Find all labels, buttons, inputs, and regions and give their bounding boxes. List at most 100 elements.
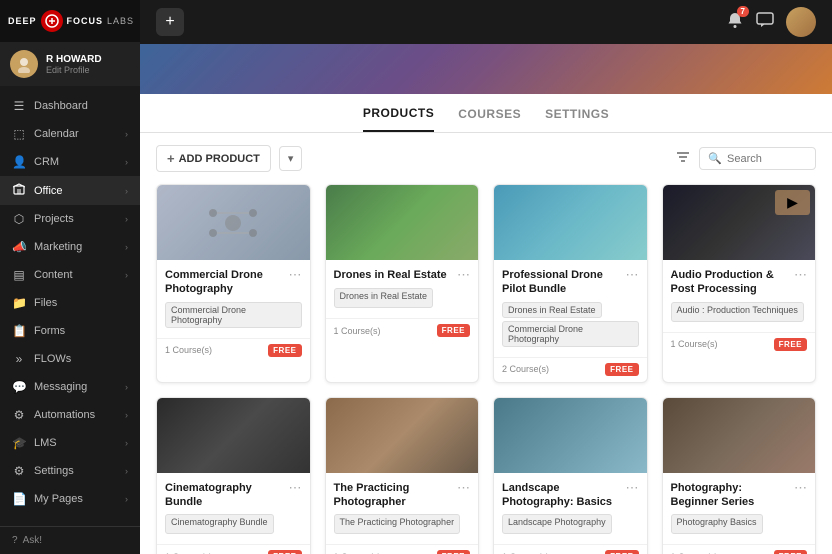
projects-icon: ⬡ bbox=[12, 212, 26, 226]
product-title: Drones in Real Estate bbox=[334, 268, 454, 282]
sidebar-item-projects[interactable]: ⬡ Projects › bbox=[0, 205, 140, 233]
sidebar-item-marketing[interactable]: 📣 Marketing › bbox=[0, 233, 140, 261]
sidebar-item-label: FLOWs bbox=[34, 353, 71, 365]
chevron-right-icon: › bbox=[125, 186, 128, 196]
sidebar-item-label: Forms bbox=[34, 325, 65, 337]
courses-count: 1 Course(s) bbox=[165, 345, 212, 355]
product-menu-button[interactable]: ⋯ bbox=[794, 267, 807, 283]
user-info: R HOWARD Edit Profile bbox=[46, 54, 102, 75]
product-menu-button[interactable]: ⋯ bbox=[289, 267, 302, 283]
product-tag: Commercial Drone Photography bbox=[165, 302, 302, 328]
product-body: Photography: Beginner Series ⋯ Photograp… bbox=[663, 473, 816, 541]
product-footer: 1 Course(s) FREE bbox=[326, 318, 479, 343]
product-tags: The Practicing Photographer bbox=[334, 514, 471, 534]
sidebar-header: DEEP FOCUS LABS « bbox=[0, 0, 140, 42]
product-title: Photography: Beginner Series bbox=[671, 481, 791, 510]
tab-settings[interactable]: SETTINGS bbox=[545, 107, 609, 131]
flows-icon: » bbox=[12, 352, 26, 366]
search-box: 🔍 bbox=[699, 147, 816, 170]
chevron-right-icon: › bbox=[125, 466, 128, 476]
user-name: R HOWARD bbox=[46, 54, 102, 65]
edit-profile-link[interactable]: Edit Profile bbox=[46, 65, 102, 75]
search-icon: 🔍 bbox=[708, 152, 722, 165]
tab-courses[interactable]: COURSES bbox=[458, 107, 521, 131]
product-tag: Drones in Real Estate bbox=[334, 288, 434, 308]
sidebar: DEEP FOCUS LABS « R HOWARD Edit Profile bbox=[0, 0, 140, 554]
sidebar-item-dashboard[interactable]: ☰ Dashboard bbox=[0, 92, 140, 120]
logo-labs: LABS bbox=[107, 16, 134, 26]
my-pages-icon: 📄 bbox=[12, 492, 26, 506]
product-menu-button[interactable]: ⋯ bbox=[626, 480, 639, 496]
free-badge: FREE bbox=[605, 363, 638, 376]
product-title-row: Professional Drone Pilot Bundle ⋯ bbox=[502, 268, 639, 297]
sidebar-item-crm[interactable]: 👤 CRM › bbox=[0, 148, 140, 176]
product-footer: 1 Course(s) FREE bbox=[157, 544, 310, 554]
product-title: Landscape Photography: Basics bbox=[502, 481, 622, 510]
add-product-button[interactable]: + ADD PRODUCT bbox=[156, 145, 271, 172]
sidebar-nav: ☰ Dashboard ⬚ Calendar › 👤 CRM › Office … bbox=[0, 86, 140, 526]
chevron-right-icon: › bbox=[125, 129, 128, 139]
product-title-row: Commercial Drone Photography ⋯ bbox=[165, 268, 302, 297]
add-product-dropdown[interactable]: ▾ bbox=[279, 146, 303, 171]
sidebar-item-flows[interactable]: » FLOWs bbox=[0, 345, 140, 373]
sidebar-item-calendar[interactable]: ⬚ Calendar › bbox=[0, 120, 140, 148]
add-button[interactable]: + bbox=[156, 8, 184, 36]
product-menu-button[interactable]: ⋯ bbox=[794, 480, 807, 496]
product-thumbnail bbox=[157, 398, 310, 473]
user-avatar-topbar[interactable] bbox=[786, 7, 816, 37]
notification-badge: 7 bbox=[737, 6, 749, 17]
sort-button[interactable] bbox=[675, 149, 691, 168]
sidebar-item-office[interactable]: Office › bbox=[0, 176, 140, 205]
sidebar-item-lms[interactable]: 🎓 LMS › bbox=[0, 429, 140, 457]
product-body: Drones in Real Estate ⋯ Drones in Real E… bbox=[326, 260, 479, 314]
product-card: Landscape Photography: Basics ⋯ Landscap… bbox=[493, 397, 648, 554]
product-card: Professional Drone Pilot Bundle ⋯ Drones… bbox=[493, 184, 648, 383]
sidebar-item-my-pages[interactable]: 📄 My Pages › bbox=[0, 485, 140, 513]
product-title: Audio Production & Post Processing bbox=[671, 268, 791, 297]
search-input[interactable] bbox=[727, 153, 807, 165]
marketing-icon: 📣 bbox=[12, 240, 26, 254]
help-button[interactable]: ? Ask! bbox=[0, 526, 140, 554]
sidebar-item-label: Calendar bbox=[34, 128, 79, 140]
dashboard-icon: ☰ bbox=[12, 99, 26, 113]
free-badge: FREE bbox=[268, 550, 301, 554]
sidebar-item-files[interactable]: 📁 Files bbox=[0, 289, 140, 317]
chat-button[interactable] bbox=[756, 11, 774, 34]
product-thumbnail bbox=[663, 398, 816, 473]
help-label: Ask! bbox=[23, 535, 42, 546]
free-badge: FREE bbox=[605, 550, 638, 554]
product-thumbnail bbox=[494, 185, 647, 260]
logo-focus: FOCUS bbox=[67, 16, 104, 26]
product-menu-button[interactable]: ⋯ bbox=[457, 480, 470, 496]
chevron-right-icon: › bbox=[125, 157, 128, 167]
sidebar-item-label: Settings bbox=[34, 465, 74, 477]
sidebar-item-automations[interactable]: ⚙ Automations › bbox=[0, 401, 140, 429]
sidebar-item-forms[interactable]: 📋 Forms bbox=[0, 317, 140, 345]
sidebar-item-content[interactable]: ▤ Content › bbox=[0, 261, 140, 289]
user-section: R HOWARD Edit Profile bbox=[0, 42, 140, 86]
product-title: The Practicing Photographer bbox=[334, 481, 454, 510]
add-product-label: ADD PRODUCT bbox=[179, 153, 260, 165]
sidebar-item-settings[interactable]: ⚙ Settings › bbox=[0, 457, 140, 485]
product-tags: Landscape Photography bbox=[502, 514, 639, 534]
product-tags: Photography Basics bbox=[671, 514, 808, 534]
product-menu-button[interactable]: ⋯ bbox=[457, 267, 470, 283]
sidebar-item-messaging[interactable]: 💬 Messaging › bbox=[0, 373, 140, 401]
settings-icon: ⚙ bbox=[12, 464, 26, 478]
tab-products[interactable]: PRODUCTS bbox=[363, 106, 434, 132]
product-menu-button[interactable]: ⋯ bbox=[289, 480, 302, 496]
product-tags: Drones in Real EstateCommercial Drone Ph… bbox=[502, 302, 639, 347]
app-logo: DEEP FOCUS LABS bbox=[8, 10, 134, 32]
lms-icon: 🎓 bbox=[12, 436, 26, 450]
office-icon bbox=[12, 183, 26, 198]
sidebar-item-label: Dashboard bbox=[34, 100, 88, 112]
notifications-button[interactable]: 7 bbox=[726, 11, 744, 34]
logo-icon bbox=[41, 10, 63, 32]
product-menu-button[interactable]: ⋯ bbox=[626, 267, 639, 283]
forms-icon: 📋 bbox=[12, 324, 26, 338]
product-card: Photography: Beginner Series ⋯ Photograp… bbox=[662, 397, 817, 554]
sidebar-item-label: Office bbox=[34, 185, 63, 197]
avatar bbox=[10, 50, 38, 78]
product-thumbnail bbox=[326, 398, 479, 473]
product-footer: 1 Course(s) FREE bbox=[326, 544, 479, 554]
